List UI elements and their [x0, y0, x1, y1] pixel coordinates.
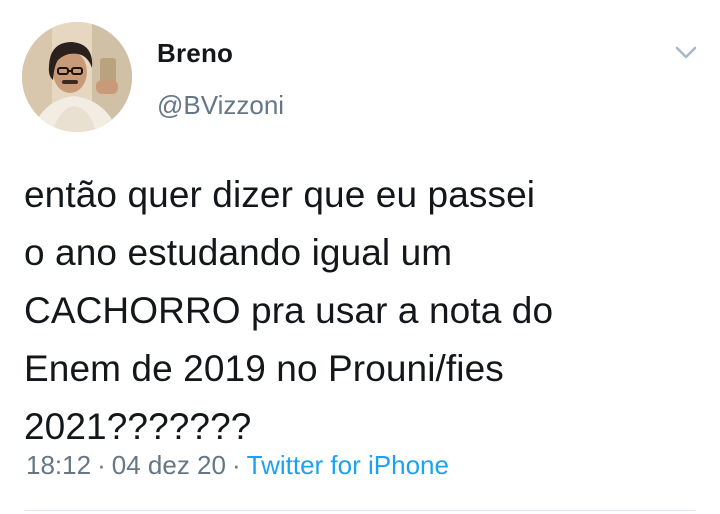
author-name[interactable]: Breno	[157, 38, 233, 69]
tweet-text: então quer dizer que eu passei o ano est…	[24, 174, 554, 447]
divider	[24, 510, 696, 511]
tweet-time[interactable]: 18:12	[26, 450, 91, 480]
meta-separator: ·	[97, 450, 106, 480]
tweet-meta: 18:12 · 04 dez 20 · Twitter for iPhone	[26, 450, 449, 481]
tweet-card: Breno @BVizzoni então quer dizer que eu …	[0, 0, 720, 514]
avatar[interactable]	[22, 22, 132, 132]
tweet-source-link[interactable]: Twitter for iPhone	[247, 450, 449, 480]
tweet-date[interactable]: 04 dez 20	[112, 450, 226, 480]
meta-separator: ·	[231, 450, 241, 480]
avatar-photo	[22, 22, 132, 132]
chevron-down-icon[interactable]	[673, 42, 699, 62]
author-handle[interactable]: @BVizzoni	[157, 90, 284, 121]
